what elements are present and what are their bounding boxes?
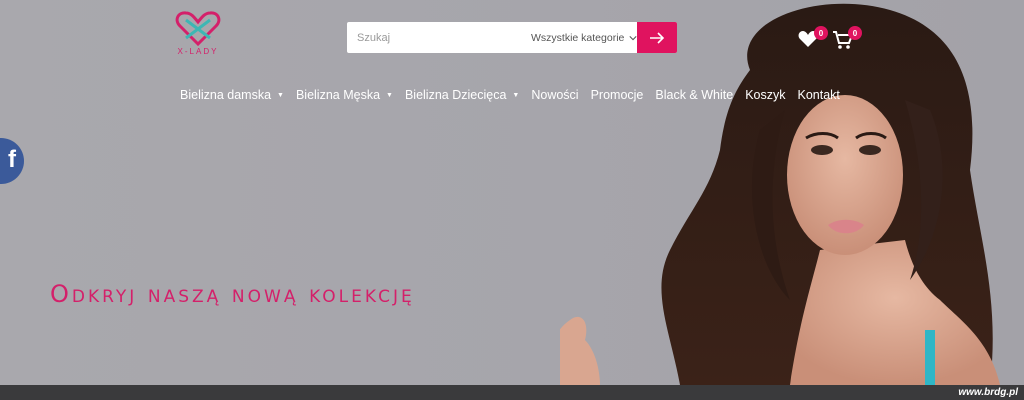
watermark-text: www.brdg.pl: [958, 387, 1018, 398]
caret-down-icon: ▼: [512, 91, 520, 99]
caret-down-icon: ▼: [386, 91, 393, 99]
wishlist-count-badge: 0: [814, 26, 828, 40]
nav-item-label: Bielizna Dziecięca: [404, 88, 507, 102]
cart-count-badge: 0: [848, 26, 862, 40]
nav-item-bielizna-damska[interactable]: Bielizna damska ▼: [180, 88, 284, 102]
wishlist-button[interactable]: 0: [798, 26, 828, 54]
logo[interactable]: X-LADY: [168, 10, 228, 62]
caret-down-icon: ▼: [277, 91, 284, 99]
nav-item-bielizna-dziecieca[interactable]: Bielizna Dziecięca ▼: [405, 88, 519, 102]
nav-item-label: Nowości: [531, 88, 579, 102]
logo-text: X-LADY: [177, 47, 219, 56]
nav-item-nowosci[interactable]: Nowości: [531, 88, 578, 102]
facebook-button[interactable]: f: [0, 138, 24, 184]
search-submit-button[interactable]: [637, 22, 677, 53]
search-bar: Wszystkie kategorie: [347, 22, 677, 53]
arrow-right-icon: [650, 31, 665, 44]
nav-item-label: Bielizna damska: [180, 88, 272, 102]
nav-item-label: Bielizna Męska: [295, 88, 381, 102]
footer-bar: www.brdg.pl: [0, 385, 1024, 400]
search-input[interactable]: [347, 22, 517, 53]
facebook-icon: f: [8, 146, 16, 173]
nav-item-label: Koszyk: [745, 88, 786, 102]
hero-model-image: [560, 3, 1000, 385]
cart-button[interactable]: 0: [832, 26, 862, 54]
logo-heart-icon: [175, 11, 221, 46]
nav-item-bielizna-meska[interactable]: Bielizna Męska ▼: [296, 88, 393, 102]
category-select[interactable]: Wszystkie kategorie: [531, 22, 637, 53]
nav-item-label: Kontakt: [797, 88, 840, 102]
hero-headline: Odkryj naszą nową kolekcję: [50, 280, 415, 308]
hero-banner: X-LADY Wszystkie kategorie 0 0: [0, 0, 1024, 385]
nav-item-black-white[interactable]: Black & White: [655, 88, 733, 102]
nav-item-koszyk[interactable]: Koszyk: [745, 88, 785, 102]
main-navigation: Bielizna damska ▼ Bielizna Męska ▼ Bielizn…: [180, 88, 840, 102]
nav-item-label: Black & White: [655, 88, 734, 102]
category-select-label: Wszystkie kategorie: [531, 31, 625, 44]
nav-item-kontakt[interactable]: Kontakt: [798, 88, 840, 102]
nav-item-label: Promocje: [590, 88, 644, 102]
nav-item-promocje[interactable]: Promocje: [591, 88, 644, 102]
